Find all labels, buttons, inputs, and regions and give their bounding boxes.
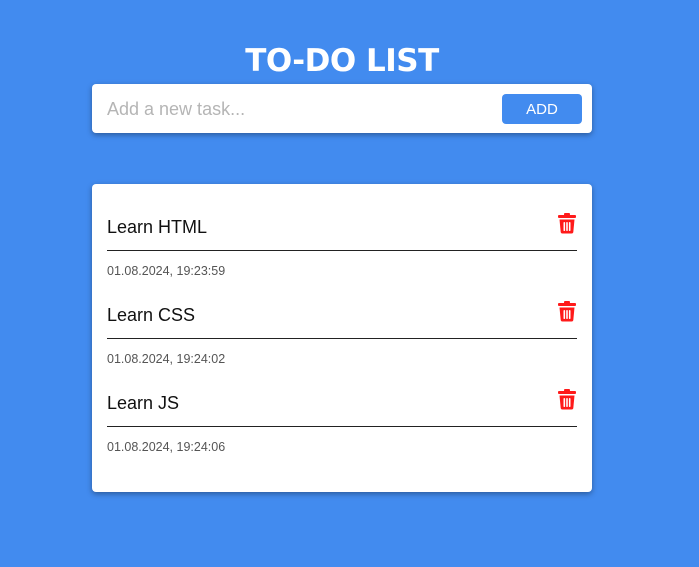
trash-icon [557, 212, 577, 234]
trash-icon [557, 300, 577, 322]
delete-button[interactable] [557, 388, 577, 410]
task-text: Learn CSS [107, 305, 196, 325]
list-item: Learn HTML 01.08.2024, 19:23:59 [107, 208, 577, 288]
delete-button[interactable] [557, 212, 577, 234]
divider [107, 338, 577, 339]
task-timestamp: 01.08.2024, 19:23:59 [107, 264, 226, 278]
add-button[interactable]: ADD [502, 94, 582, 124]
divider [107, 250, 577, 251]
task-list: Learn HTML 01.08.2024, 19:23:59 Learn CS… [92, 184, 592, 492]
trash-icon [557, 388, 577, 410]
task-timestamp: 01.08.2024, 19:24:06 [107, 440, 226, 454]
divider [107, 426, 577, 427]
task-text: Learn HTML [107, 217, 208, 237]
task-text: Learn JS [107, 393, 180, 413]
list-item: Learn CSS 01.08.2024, 19:24:02 [107, 296, 577, 376]
task-timestamp: 01.08.2024, 19:24:02 [107, 352, 226, 366]
page-title: TO-DO LIST [245, 42, 439, 79]
task-input[interactable] [107, 96, 487, 122]
add-task-form: ADD [92, 84, 592, 133]
delete-button[interactable] [557, 300, 577, 322]
list-item: Learn JS 01.08.2024, 19:24:06 [107, 384, 577, 464]
